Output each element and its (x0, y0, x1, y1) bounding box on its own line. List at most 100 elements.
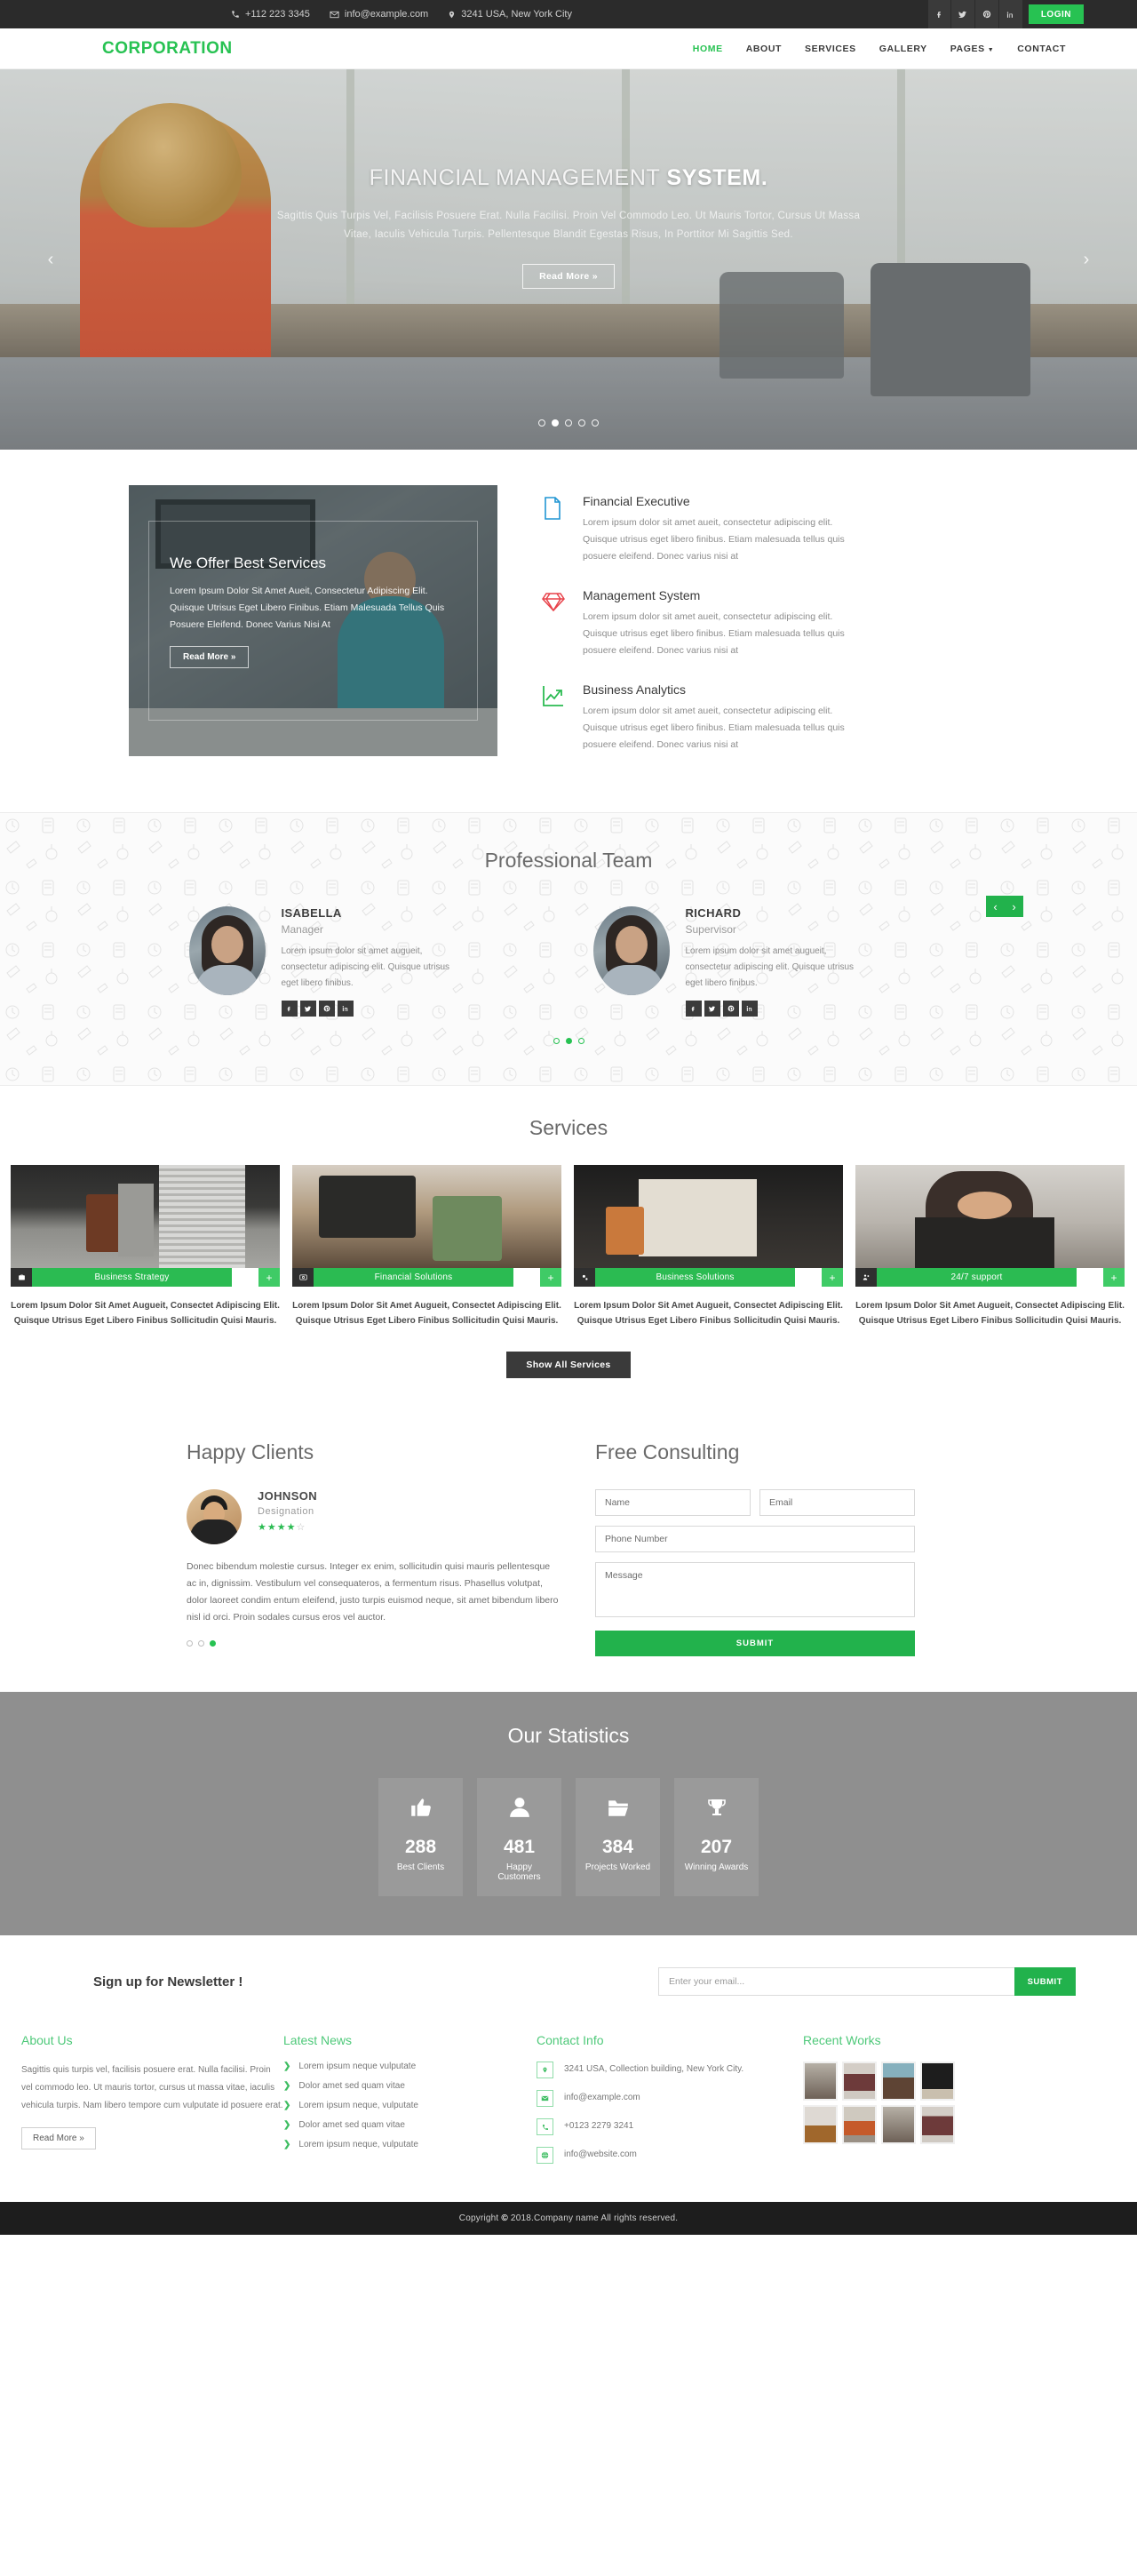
facebook-icon[interactable] (685, 1001, 702, 1017)
nav-item-gallery[interactable]: GALLERY (879, 44, 927, 54)
footer-read-more-button[interactable]: Read More » (21, 2127, 96, 2149)
linkedin-icon[interactable] (741, 1001, 758, 1017)
work-thumbnail[interactable] (881, 2105, 916, 2144)
newsletter-email-input[interactable] (658, 1967, 1014, 1996)
team-prev-button[interactable]: ‹ (986, 896, 1005, 917)
topbar-social-twitter[interactable] (950, 0, 975, 28)
contact-phone[interactable]: +0123 2279 3241 (537, 2118, 803, 2135)
copyright-symbol: © (501, 2213, 508, 2223)
login-button[interactable]: LOGIN (1028, 4, 1084, 24)
team-next-button[interactable]: › (1005, 896, 1023, 917)
hero-subtitle: Sagittis Quis Turpis Vel, Facilisis Posu… (276, 211, 861, 240)
twitter-icon[interactable] (299, 1001, 316, 1017)
team-dot[interactable] (577, 1038, 584, 1044)
team-dot-active[interactable] (565, 1038, 572, 1044)
team-member-role: Manager (281, 923, 323, 936)
hero-next-arrow[interactable]: › (1075, 248, 1098, 271)
topbar-email-text: info@example.com (344, 9, 429, 20)
map-pin-icon (449, 11, 455, 18)
work-thumbnail[interactable] (842, 2105, 877, 2144)
work-thumbnail[interactable] (881, 2062, 916, 2101)
offer-title: We Offer Best Services (170, 554, 327, 571)
show-all-services-button[interactable]: Show All Services (506, 1352, 631, 1378)
consulting-submit-button[interactable]: SUBMIT (595, 1631, 915, 1656)
work-thumbnail[interactable] (920, 2062, 955, 2101)
hero-dot-active[interactable] (552, 419, 559, 427)
facebook-icon[interactable] (281, 1001, 298, 1017)
team-dot[interactable] (553, 1038, 560, 1044)
nav-item-about[interactable]: ABOUT (746, 44, 782, 54)
message-textarea[interactable] (595, 1562, 915, 1617)
service-plus-button[interactable]: + (822, 1268, 843, 1287)
list-item[interactable]: ❯ Dolor amet sed quam vitae (283, 2081, 537, 2091)
service-plus-button[interactable]: + (540, 1268, 561, 1287)
offer-read-more-button[interactable]: Read More » (170, 646, 250, 668)
list-item[interactable]: ❯ Lorem ipsum neque, vulputate (283, 2101, 537, 2110)
document-icon (542, 494, 568, 565)
list-item[interactable]: ❯ Lorem ipsum neque vulputate (283, 2062, 537, 2071)
hero-dot[interactable] (592, 419, 599, 427)
footer-contact-title: Contact Info (537, 2033, 604, 2047)
work-thumbnail[interactable] (920, 2105, 955, 2144)
stat-best-clients: 288 Best Clients (378, 1778, 463, 1896)
work-thumbnail[interactable] (842, 2062, 877, 2101)
nav-item-contact[interactable]: CONTACT (1017, 44, 1066, 54)
nav-item-pages[interactable]: PAGES ▼ (950, 44, 995, 54)
pinterest-icon[interactable] (318, 1001, 335, 1017)
team-member-socials (281, 1001, 456, 1017)
growth-chart-icon (542, 682, 568, 754)
team-carousel-nav: ‹ › (986, 896, 1023, 917)
stat-number: 288 (404, 1837, 437, 1857)
stat-label: Best Clients (396, 1862, 445, 1872)
linkedin-icon[interactable] (337, 1001, 354, 1017)
list-item[interactable]: ❯ Lorem ipsum neque, vulputate (283, 2140, 537, 2149)
pinterest-icon[interactable] (722, 1001, 739, 1017)
hero-slider: FINANCIAL MANAGEMENT SYSTEM. Sagittis Qu… (0, 69, 1137, 450)
hero-dot[interactable] (538, 419, 545, 427)
service-image (855, 1165, 1125, 1269)
support-icon (855, 1268, 877, 1287)
work-thumbnail[interactable] (803, 2105, 838, 2144)
copyright-bar: Copyright © 2018.Company name All rights… (0, 2202, 1137, 2235)
work-thumbnail[interactable] (803, 2062, 838, 2101)
phone-input[interactable] (595, 1526, 915, 1552)
team-member-text: Lorem ipsum dolor sit amet augueit, cons… (281, 946, 450, 988)
name-input[interactable] (595, 1489, 751, 1516)
email-input[interactable] (759, 1489, 915, 1516)
services-title: Services (529, 1116, 608, 1139)
topbar-social-pinterest[interactable] (974, 0, 999, 28)
site-logo[interactable]: CORPORATION (102, 39, 233, 59)
footer-works-title: Recent Works (803, 2033, 881, 2047)
contact-email[interactable]: info@example.com (537, 2090, 803, 2107)
team-member: ISABELLA Manager Lorem ipsum dolor sit a… (188, 906, 545, 1017)
contact-website[interactable]: info@website.com (537, 2147, 803, 2164)
topbar-social-facebook[interactable] (926, 0, 951, 28)
client-dot[interactable] (187, 1640, 193, 1647)
topbar-phone[interactable]: +112 223 3345 (231, 9, 310, 20)
nav-item-services[interactable]: SERVICES (805, 44, 856, 54)
clients-title: Happy Clients (187, 1440, 314, 1463)
hero-prev-arrow[interactable]: ‹ (39, 248, 62, 271)
nav-item-home[interactable]: HOME (693, 44, 723, 54)
service-text: Lorem Ipsum Dolor Sit Amet Augueit, Cons… (574, 1301, 843, 1326)
globe-icon (537, 2147, 553, 2164)
client-dot-active[interactable] (210, 1640, 216, 1647)
service-label: Business Strategy (32, 1268, 232, 1287)
client-dot[interactable] (198, 1640, 204, 1647)
service-plus-button[interactable]: + (258, 1268, 280, 1287)
facebook-icon (937, 11, 941, 18)
list-item[interactable]: ❯ Dolor amet sed quam vitae (283, 2120, 537, 2130)
hero-dot[interactable] (565, 419, 572, 427)
service-plus-button[interactable]: + (1103, 1268, 1125, 1287)
clients-dots (187, 1640, 560, 1647)
footer-news-title: Latest News (283, 2033, 353, 2047)
topbar-social-linkedin[interactable] (998, 0, 1023, 28)
hero-read-more-button[interactable]: Read More » (522, 264, 615, 289)
newsletter-submit-button[interactable]: SUBMIT (1014, 1967, 1076, 1996)
statistics-title: Our Statistics (507, 1724, 630, 1747)
service-label: Financial Solutions (314, 1268, 513, 1287)
twitter-icon[interactable] (704, 1001, 720, 1017)
feature-title: Management System (583, 588, 701, 602)
topbar-email[interactable]: info@example.com (330, 9, 428, 20)
hero-dot[interactable] (578, 419, 585, 427)
